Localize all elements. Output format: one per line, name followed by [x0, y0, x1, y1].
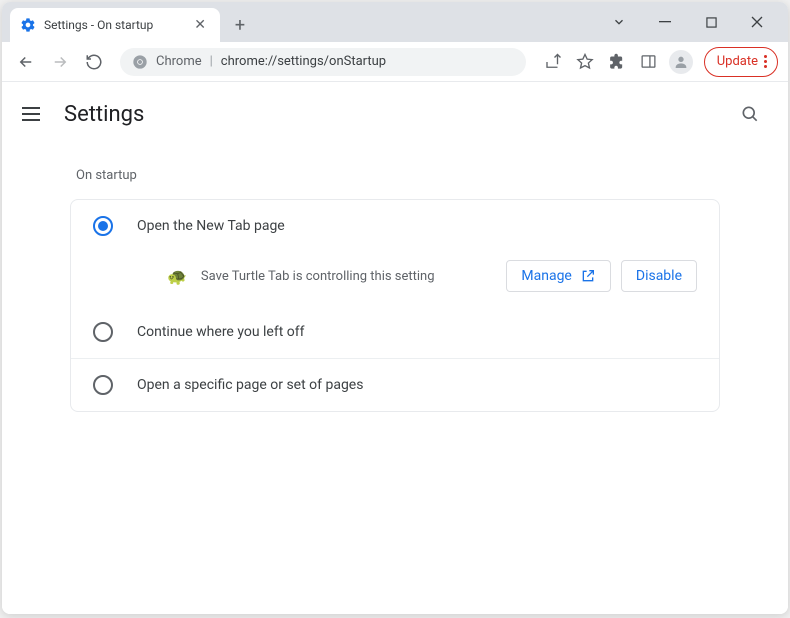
window-controls: [596, 2, 780, 42]
open-external-icon: [580, 268, 596, 284]
content-header: Settings: [2, 82, 788, 142]
radio-label: Open a specific page or set of pages: [137, 377, 363, 393]
gear-icon: [20, 17, 36, 33]
minimize-button[interactable]: [642, 2, 688, 42]
bookmark-star-icon[interactable]: [570, 47, 600, 77]
back-button[interactable]: [12, 48, 40, 76]
radio-row-specific-pages[interactable]: Open a specific page or set of pages: [71, 358, 719, 411]
extension-control-notice: 🐢 Save Turtle Tab is controlling this se…: [71, 252, 719, 306]
update-label: Update: [717, 54, 758, 69]
browser-tab[interactable]: Settings - On startup ✕: [10, 8, 220, 42]
address-bar[interactable]: Chrome | chrome://settings/onStartup: [120, 48, 526, 76]
update-button[interactable]: Update: [704, 47, 778, 77]
manage-label: Manage: [521, 268, 571, 284]
omnibox-prefix: Chrome: [156, 54, 202, 69]
radio-row-continue[interactable]: Continue where you left off: [71, 306, 719, 358]
extensions-icon[interactable]: [602, 47, 632, 77]
hamburger-menu-button[interactable]: [22, 102, 46, 126]
radio-label: Open the New Tab page: [137, 218, 285, 234]
omnibox-separator: |: [210, 54, 213, 69]
maximize-button[interactable]: [688, 2, 734, 42]
reload-button[interactable]: [80, 48, 108, 76]
on-startup-section: On startup Open the New Tab page 🐢 Save …: [50, 168, 740, 412]
tab-title: Settings - On startup: [44, 18, 190, 32]
page-title: Settings: [64, 102, 144, 127]
share-icon[interactable]: [538, 47, 568, 77]
extension-icon: 🐢: [167, 267, 187, 286]
startup-options-card: Open the New Tab page 🐢 Save Turtle Tab …: [70, 199, 720, 412]
side-panel-icon[interactable]: [634, 47, 664, 77]
disable-extension-button[interactable]: Disable: [621, 260, 697, 292]
titlebar: Settings - On startup ✕ +: [2, 2, 788, 42]
extension-control-text: Save Turtle Tab is controlling this sett…: [201, 269, 435, 284]
radio-icon: [93, 322, 113, 342]
forward-button[interactable]: [46, 48, 74, 76]
omnibox-url: chrome://settings/onStartup: [221, 54, 386, 69]
radio-icon: [93, 216, 113, 236]
radio-icon: [93, 375, 113, 395]
chrome-product-icon: [132, 54, 148, 70]
radio-row-new-tab[interactable]: Open the New Tab page: [71, 200, 719, 252]
manage-extension-button[interactable]: Manage: [506, 260, 610, 292]
more-menu-icon: [764, 55, 767, 68]
close-window-button[interactable]: [734, 2, 780, 42]
close-tab-icon[interactable]: ✕: [190, 17, 210, 33]
toolbar-right: Update: [538, 47, 778, 77]
toolbar: Chrome | chrome://settings/onStartup: [2, 42, 788, 82]
tab-search-button[interactable]: [596, 2, 642, 42]
radio-label: Continue where you left off: [137, 324, 305, 340]
disable-label: Disable: [636, 268, 682, 284]
browser-window: Settings - On startup ✕ +: [2, 2, 788, 614]
profile-avatar[interactable]: [666, 47, 696, 77]
new-tab-button[interactable]: +: [226, 11, 254, 39]
page-content: Settings On startup Open the New Tab pag…: [2, 82, 788, 614]
search-settings-button[interactable]: [732, 96, 768, 132]
section-label: On startup: [76, 168, 720, 183]
